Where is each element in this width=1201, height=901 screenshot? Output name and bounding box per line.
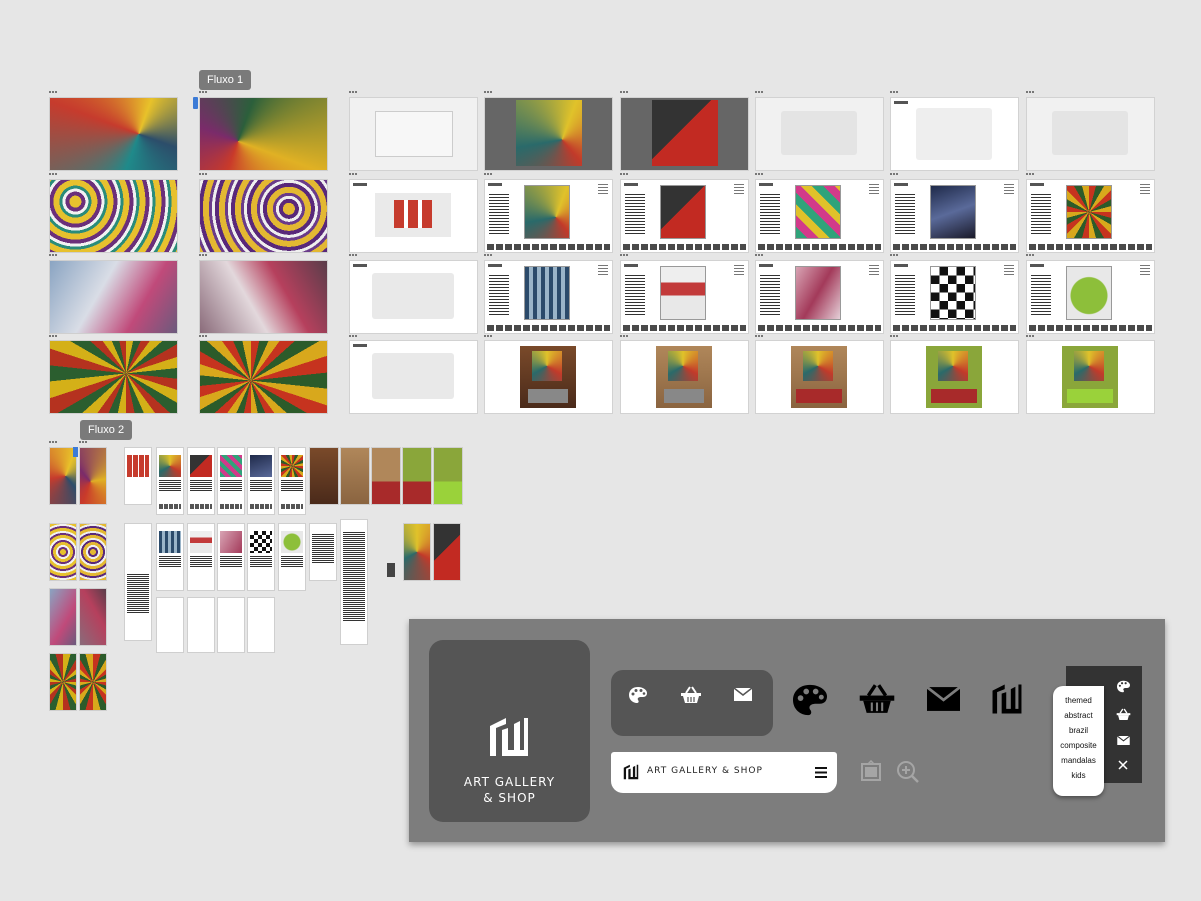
screen-gallery-grid[interactable]	[349, 179, 478, 253]
category-item-kids[interactable]: kids	[1053, 768, 1104, 783]
menu-icon[interactable]	[815, 767, 827, 778]
screen-room-4[interactable]	[890, 340, 1019, 414]
mobile-screen-form[interactable]	[309, 523, 337, 581]
mobile-landing-3b[interactable]	[79, 588, 107, 646]
screen-cart[interactable]	[349, 340, 478, 414]
screen-room-2[interactable]	[620, 340, 749, 414]
mobile-screen-message-3[interactable]	[247, 597, 275, 653]
screen-product-7[interactable]	[620, 260, 749, 334]
palette-icon-large	[793, 684, 827, 716]
screen-product-8[interactable]	[755, 260, 884, 334]
category-item-abstract[interactable]: abstract	[1053, 708, 1104, 723]
mobile-screen-product-9[interactable]	[247, 523, 275, 591]
brand-name-line2: & SHOP	[483, 791, 536, 805]
landing-artboard-3a[interactable]	[49, 260, 178, 334]
icon-bar	[611, 670, 773, 736]
mobile-landing-2b[interactable]	[79, 523, 107, 581]
screen-room-5[interactable]	[1026, 340, 1155, 414]
mobile-landing-3a[interactable]	[49, 588, 77, 646]
mobile-screen-room-1[interactable]	[309, 447, 339, 505]
screen-product-3[interactable]	[755, 179, 884, 253]
mobile-screen-product-2[interactable]	[187, 447, 215, 515]
screen-art-dark-1[interactable]	[484, 97, 613, 171]
header-bar: ART GALLERY & SHOP	[611, 752, 837, 793]
screen-product-1[interactable]	[484, 179, 613, 253]
palette-icon[interactable]	[628, 686, 648, 704]
screen-art-dark-2[interactable]	[620, 97, 749, 171]
mobile-screen-message-1[interactable]	[187, 597, 215, 653]
mail-icon-large	[927, 687, 960, 711]
landing-artboard-2b[interactable]	[199, 179, 328, 253]
screen-product-6[interactable]	[484, 260, 613, 334]
screen-room-3[interactable]	[755, 340, 884, 414]
screen-product-2[interactable]	[620, 179, 749, 253]
selection-marker	[193, 97, 198, 109]
style-guide-panel: ART GALLERY & SHOP ART GALLERY & SHOP th…	[409, 619, 1165, 842]
mobile-selection-marker	[73, 447, 78, 457]
logo-card: ART GALLERY & SHOP	[429, 640, 590, 822]
basket-icon-large	[859, 684, 895, 713]
mobile-landing-4b[interactable]	[79, 653, 107, 711]
logo-icon	[490, 718, 528, 756]
mobile-screen-product-6[interactable]	[156, 523, 184, 591]
flow1-label[interactable]: Fluxo 1	[199, 70, 252, 90]
mobile-screen-product-1[interactable]	[156, 447, 184, 515]
mobile-screen-product-4[interactable]	[247, 447, 275, 515]
mobile-screen-room-4[interactable]	[402, 447, 432, 505]
mobile-screen-message-2[interactable]	[217, 597, 245, 653]
logo-icon-small[interactable]	[623, 764, 639, 780]
basket-icon-menu[interactable]	[1116, 708, 1131, 721]
landing-artboard-1b[interactable]	[199, 97, 328, 171]
mobile-screen-product-10[interactable]	[278, 523, 306, 591]
mobile-screen-about[interactable]	[124, 523, 152, 641]
mobile-landing-1b[interactable]	[79, 447, 107, 505]
screen-envelope[interactable]	[349, 97, 478, 171]
screen-product-10[interactable]	[1026, 260, 1155, 334]
landing-artboard-1a[interactable]	[49, 97, 178, 171]
zoom-in-icon[interactable]	[896, 760, 920, 784]
landing-artboard-3b[interactable]	[199, 260, 328, 334]
screen-message-1[interactable]	[755, 97, 884, 171]
screen-product-9[interactable]	[890, 260, 1019, 334]
flow2-label[interactable]: Fluxo 2	[80, 420, 133, 440]
mobile-screen-room-5[interactable]	[433, 447, 463, 505]
mail-icon[interactable]	[734, 688, 752, 701]
screen-message-2[interactable]	[1026, 97, 1155, 171]
mobile-screen-contact[interactable]	[340, 519, 368, 645]
screen-about[interactable]	[349, 260, 478, 334]
mobile-landing-2a[interactable]	[49, 523, 77, 581]
frame-icon[interactable]	[860, 760, 882, 782]
close-icon[interactable]	[1118, 760, 1128, 770]
landing-artboard-4a[interactable]	[49, 340, 178, 414]
landing-artboard-2a[interactable]	[49, 179, 178, 253]
screen-room-1[interactable]	[484, 340, 613, 414]
mobile-screen-grid[interactable]	[124, 447, 152, 505]
category-item-mandalas[interactable]: mandalas	[1053, 753, 1104, 768]
mobile-screen-room-3[interactable]	[371, 447, 401, 505]
mobile-landing-4a[interactable]	[49, 653, 77, 711]
mobile-screen-cart[interactable]	[156, 597, 184, 653]
mobile-mini-element	[387, 563, 395, 577]
category-item-brazil[interactable]: brazil	[1053, 723, 1104, 738]
mobile-screen-product-3[interactable]	[217, 447, 245, 515]
mobile-art-fullscreen-2[interactable]	[433, 523, 461, 581]
landing-artboard-4b[interactable]	[199, 340, 328, 414]
palette-icon-menu[interactable]	[1116, 680, 1131, 693]
mobile-screen-room-2[interactable]	[340, 447, 370, 505]
category-item-composite[interactable]: composite	[1053, 738, 1104, 753]
brand-name-line1: ART GALLERY	[463, 775, 556, 789]
mobile-screen-product-8[interactable]	[217, 523, 245, 591]
mobile-screen-product-7[interactable]	[187, 523, 215, 591]
category-item-themed[interactable]: themed	[1053, 693, 1104, 708]
logo-icon-large	[992, 684, 1022, 714]
basket-icon[interactable]	[680, 686, 702, 704]
mail-icon-menu[interactable]	[1117, 736, 1130, 745]
category-menu: themed abstract brazil composite mandala…	[1053, 686, 1104, 796]
mobile-screen-product-5[interactable]	[278, 447, 306, 515]
screen-product-4[interactable]	[890, 179, 1019, 253]
header-title: ART GALLERY & SHOP	[647, 766, 763, 776]
screen-contact-form[interactable]	[890, 97, 1019, 171]
screen-product-5[interactable]	[1026, 179, 1155, 253]
mobile-art-fullscreen-1[interactable]	[403, 523, 431, 581]
